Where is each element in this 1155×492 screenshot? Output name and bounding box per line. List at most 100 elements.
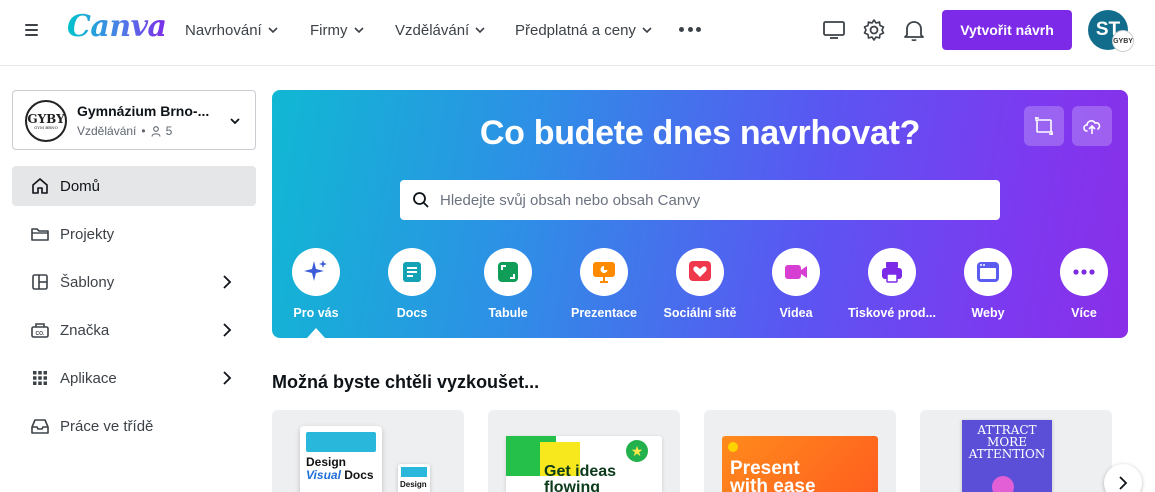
card-doc-image <box>306 432 376 452</box>
search-bar[interactable] <box>400 180 1000 220</box>
team-logo-text: GYBY <box>27 111 65 126</box>
card-poster-title: ATTRACT MORE ATTENTION <box>962 424 1052 460</box>
team-switcher[interactable]: GYBY GYM BRNO Gymnázium Brno-... Vzděláv… <box>12 90 256 150</box>
video-icon <box>785 265 807 279</box>
category-label: Videa <box>779 306 813 320</box>
category-social[interactable]: Sociální sítě <box>652 248 748 328</box>
category-circle <box>484 248 532 296</box>
category-more[interactable]: Více <box>1036 248 1128 328</box>
nav-predplatna[interactable]: Předplatná a ceny <box>515 0 652 60</box>
chevron-down-icon <box>230 118 240 125</box>
category-circle <box>580 248 628 296</box>
card-presentation[interactable]: Present with ease <box>704 410 896 492</box>
category-label: Pro vás <box>293 306 339 320</box>
card-star-sticker: ★ <box>626 440 648 462</box>
card-doc-mini-text: Design <box>400 480 427 489</box>
category-label: Tiskové prod... <box>848 306 936 320</box>
nav-label: Firmy <box>310 21 348 39</box>
category-circle <box>388 248 436 296</box>
brand-icon: CO. <box>31 323 49 338</box>
upload-cloud-icon <box>1083 120 1101 134</box>
nav-label: Navrhování <box>185 21 262 39</box>
category-label: Weby <box>971 306 1005 320</box>
chevron-down-icon <box>642 27 652 34</box>
card-board-title: Get ideas flowing <box>544 464 616 492</box>
category-circle <box>292 248 340 296</box>
nav-firmy[interactable]: Firmy <box>310 0 364 60</box>
card-poster-flower <box>992 476 1014 492</box>
chevron-down-icon <box>475 27 485 34</box>
card-slide-title: Present with ease <box>730 459 816 492</box>
card-poster: ATTRACT MORE ATTENTION <box>962 420 1052 492</box>
inbox-icon <box>31 419 49 434</box>
chevron-down-icon <box>353 27 364 34</box>
svg-text:CO.: CO. <box>36 331 46 337</box>
upload-button[interactable] <box>1072 106 1112 146</box>
sidebar-item-label: Práce ve třídě <box>60 417 154 435</box>
sidebar-item-classwork[interactable]: Práce ve třídě <box>12 406 256 446</box>
create-design-button[interactable]: Vytvořit návrh <box>942 10 1072 50</box>
card-doc-mini-image <box>401 467 427 477</box>
nav-label: Předplatná a ceny <box>515 21 636 39</box>
category-presentation[interactable]: Prezentace <box>556 248 652 328</box>
sparkle-icon <box>304 260 327 281</box>
category-docs[interactable]: Docs <box>364 248 460 328</box>
nav-vzdelavani[interactable]: Vzdělávání <box>395 0 485 60</box>
heart-icon <box>689 261 711 281</box>
card-doc-title: Design Visual Docs <box>306 456 374 482</box>
chevron-right-icon <box>1119 476 1128 490</box>
card-whiteboard[interactable]: ★ Get ideas flowing <box>488 410 680 492</box>
home-icon <box>32 178 48 194</box>
chevron-down-icon <box>268 27 278 34</box>
nav-navrhovani[interactable]: Navrhování <box>185 0 278 60</box>
card-slide: Present with ease <box>722 436 878 492</box>
sidebar-item-apps[interactable]: Aplikace <box>12 358 256 398</box>
team-subtitle: Vzdělávání • 5 <box>77 124 172 138</box>
card-doc-line2: Visual <box>306 468 341 482</box>
canva-logo[interactable]: Canva <box>67 9 167 44</box>
category-print[interactable]: Tiskové prod... <box>844 248 940 328</box>
resize-button[interactable] <box>1024 106 1064 146</box>
chevron-right-icon <box>223 323 232 337</box>
monitor-icon[interactable] <box>821 17 847 43</box>
category-video[interactable]: Videa <box>748 248 844 328</box>
category-circle <box>676 248 724 296</box>
resize-icon <box>1035 117 1053 135</box>
sidebar-item-label: Domů <box>60 177 101 195</box>
category-circle <box>868 248 916 296</box>
bell-icon[interactable] <box>901 17 927 43</box>
more-horizontal-icon[interactable] <box>679 18 701 40</box>
user-icon <box>151 125 161 137</box>
category-websites[interactable]: Weby <box>940 248 1036 328</box>
nav-label: Vzdělávání <box>395 21 470 39</box>
card-board-line1: Get ideas <box>544 463 617 480</box>
category-for-you[interactable]: Pro vás <box>272 248 364 328</box>
category-circle <box>964 248 1012 296</box>
sidebar-item-projects[interactable]: Projekty <box>12 214 256 254</box>
card-design-visual-docs[interactable]: Design Visual Docs Design <box>272 410 464 492</box>
sidebar-item-templates[interactable]: Šablony <box>12 262 256 302</box>
category-label: Prezentace <box>570 306 637 320</box>
top-bar: Canva Navrhování Firmy Vzdělávání Předpl… <box>0 0 1155 66</box>
sidebar-item-label: Šablony <box>60 273 115 291</box>
search-input[interactable] <box>440 191 980 209</box>
menu-icon[interactable] <box>22 20 42 40</box>
sidebar-item-label: Projekty <box>60 225 115 243</box>
category-whiteboard[interactable]: Tabule <box>460 248 556 328</box>
sidebar-item-brand[interactable]: CO. Značka <box>12 310 256 350</box>
chevron-right-icon <box>223 275 232 289</box>
separator-dot: • <box>141 124 146 138</box>
sidebar-item-home[interactable]: Domů <box>12 166 256 206</box>
category-circle <box>1060 248 1108 296</box>
card-slide-badge <box>728 442 738 452</box>
website-icon <box>977 262 999 282</box>
section-title: Možná byste chtěli vyzkoušet... <box>272 372 540 392</box>
apps-grid-icon <box>33 371 47 385</box>
carousel-next-button[interactable] <box>1104 464 1142 492</box>
sidebar-item-label: Značka <box>60 321 110 339</box>
gear-icon[interactable] <box>861 17 887 43</box>
search-icon <box>413 192 429 208</box>
chevron-right-icon <box>223 371 232 385</box>
card-print[interactable]: ATTRACT MORE ATTENTION <box>920 410 1112 492</box>
more-horizontal-icon <box>1073 269 1095 275</box>
